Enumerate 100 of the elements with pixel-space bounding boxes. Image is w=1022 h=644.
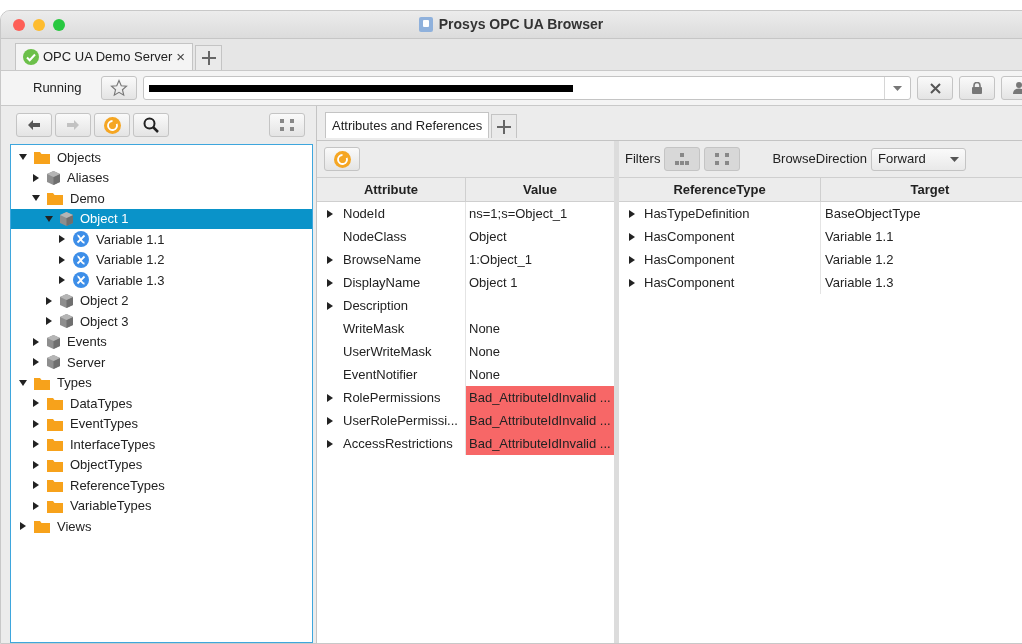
reference-type: HasComponent <box>644 250 735 269</box>
expand-arrow-icon[interactable] <box>326 301 334 310</box>
cube-icon <box>60 314 73 329</box>
tree-item[interactable]: Views <box>11 516 312 537</box>
expand-arrow-icon[interactable] <box>32 481 40 490</box>
hierarchy-filter-button[interactable] <box>664 147 701 171</box>
browse-direction-label: BrowseDirection <box>772 150 868 169</box>
filters-label: Filters <box>625 150 661 169</box>
tree-item[interactable]: ObjectTypes <box>11 454 312 475</box>
expand-arrow-icon[interactable] <box>628 255 636 264</box>
tree-item[interactable]: ReferenceTypes <box>11 475 312 496</box>
lock-icon <box>972 82 982 94</box>
nodes-icon <box>280 119 294 131</box>
search-button[interactable] <box>133 113 169 137</box>
search-icon <box>143 117 159 133</box>
attribute-value: ns=1;s=Object_1 <box>468 204 569 223</box>
browse-direction-select[interactable]: Forward <box>871 147 967 171</box>
attribute-name: RolePermissions <box>343 388 441 407</box>
disconnect-button[interactable] <box>917 76 953 100</box>
add-tab-button[interactable] <box>195 45 223 70</box>
attribute-value: None <box>468 319 502 338</box>
attribute-name: UserWriteMask <box>343 342 432 361</box>
address-field[interactable] <box>143 76 911 100</box>
expand-arrow-icon[interactable] <box>32 419 40 428</box>
expand-arrow-icon[interactable] <box>58 255 66 264</box>
cube-icon <box>47 334 60 349</box>
collapse-arrow-icon[interactable] <box>19 153 27 162</box>
dropdown-arrow-icon[interactable] <box>893 85 902 91</box>
tree-item[interactable]: Aliases <box>11 167 312 188</box>
favorite-button[interactable] <box>101 76 137 100</box>
refresh-icon <box>333 150 351 168</box>
refresh-icon <box>103 116 121 134</box>
expand-arrow-icon[interactable] <box>326 439 334 448</box>
expand-arrow-icon[interactable] <box>32 358 40 367</box>
expand-arrow-icon[interactable] <box>32 173 40 182</box>
back-button[interactable] <box>16 113 52 137</box>
nodes-icon <box>715 153 730 165</box>
expand-arrow-icon[interactable] <box>32 399 40 408</box>
expand-arrow-icon[interactable] <box>32 501 40 510</box>
expand-arrow-icon[interactable] <box>628 278 636 287</box>
tree-item[interactable]: VariableTypes <box>11 495 312 516</box>
tree-item[interactable]: Server <box>11 352 312 373</box>
layout-button[interactable] <box>269 113 305 137</box>
collapse-arrow-icon[interactable] <box>32 194 40 203</box>
tree-item[interactable]: Object 2 <box>11 290 312 311</box>
tree-item[interactable]: InterfaceTypes <box>11 434 312 455</box>
collapse-arrow-icon[interactable] <box>19 378 27 387</box>
expand-arrow-icon[interactable] <box>32 460 40 469</box>
attribute-name: NodeClass <box>343 227 407 246</box>
attribute-name: NodeId <box>343 204 385 223</box>
column-header[interactable]: ReferenceType <box>619 178 821 201</box>
column-header[interactable]: Value <box>466 178 614 201</box>
expand-arrow-icon[interactable] <box>32 337 40 346</box>
view-tab[interactable]: Attributes and References <box>325 112 490 138</box>
nodes-filter-button[interactable] <box>704 147 741 171</box>
attribute-value: Object 1 <box>468 273 519 292</box>
tree-item[interactable]: DataTypes <box>11 393 312 414</box>
tree-item[interactable]: Object 3 <box>11 311 312 332</box>
expand-arrow-icon[interactable] <box>326 393 334 402</box>
folder-icon <box>34 375 50 390</box>
expand-arrow-icon[interactable] <box>326 209 334 218</box>
tree-item[interactable]: Variable 1.3 <box>11 270 312 291</box>
cube-icon <box>47 355 60 370</box>
expand-arrow-icon[interactable] <box>19 522 27 531</box>
expand-arrow-icon[interactable] <box>32 440 40 449</box>
reference-type: HasComponent <box>644 273 735 292</box>
left-arrow-icon <box>28 120 40 130</box>
reference-target: Variable 1.1 <box>824 227 895 246</box>
tree-item[interactable]: EventTypes <box>11 413 312 434</box>
check-icon <box>23 49 39 65</box>
expand-arrow-icon[interactable] <box>58 276 66 285</box>
close-tab-button[interactable]: × <box>176 45 186 69</box>
app-icon <box>418 17 433 32</box>
expand-arrow-icon[interactable] <box>45 317 53 326</box>
expand-arrow-icon[interactable] <box>326 278 334 287</box>
attribute-name: EventNotifier <box>343 365 418 384</box>
column-header[interactable]: Attribute <box>317 178 466 201</box>
tree-item[interactable]: Demo <box>11 188 312 209</box>
expand-arrow-icon[interactable] <box>628 209 636 218</box>
expand-arrow-icon[interactable] <box>326 255 334 264</box>
attribute-value: 1:Object_1 <box>468 250 533 269</box>
dropdown-arrow-icon <box>950 156 960 162</box>
tree-item[interactable]: Events <box>11 331 312 352</box>
reference-type: HasComponent <box>644 227 735 246</box>
expand-arrow-icon[interactable] <box>58 235 66 244</box>
right-arrow-icon <box>67 120 79 130</box>
hierarchy-icon <box>675 153 690 165</box>
expand-arrow-icon[interactable] <box>45 296 53 305</box>
connection-tab[interactable]: OPC UA Demo Server × <box>15 43 194 70</box>
tree-item[interactable]: Variable 1.2 <box>11 249 312 270</box>
column-header[interactable]: Target <box>821 178 1022 201</box>
expand-arrow-icon[interactable] <box>326 416 334 425</box>
security-button[interactable] <box>959 76 995 100</box>
expand-arrow-icon[interactable] <box>628 232 636 241</box>
tree-item[interactable]: Objects <box>11 147 312 168</box>
add-view-button[interactable] <box>491 114 518 138</box>
tree-item[interactable]: Variable 1.1 <box>11 229 312 250</box>
attribute-value: None <box>468 365 502 384</box>
reference-type: HasTypeDefinition <box>644 204 750 223</box>
tree-item[interactable]: Types <box>11 372 312 393</box>
